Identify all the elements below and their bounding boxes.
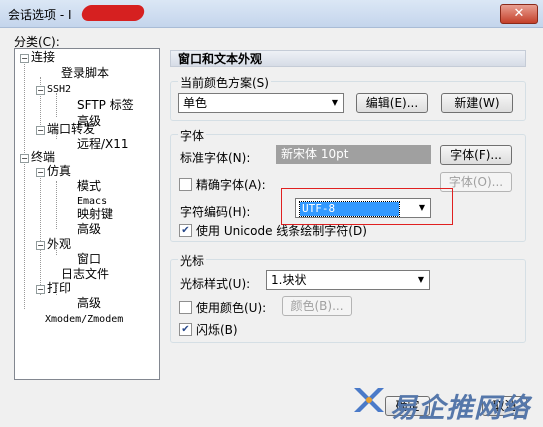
cursor-style-label: 光标样式(U): <box>180 277 251 291</box>
tree-item-ssh2[interactable]: SSH2 <box>47 82 71 97</box>
tree-item-modes[interactable]: 模式 <box>77 179 101 194</box>
collapse-icon[interactable]: − <box>36 168 45 177</box>
tree-item-port-forward[interactable]: 端口转发 <box>47 122 95 137</box>
tree-item-log-file[interactable]: 日志文件 <box>61 267 109 282</box>
cursor-group-label: 光标 <box>178 252 207 269</box>
font-group-label: 字体 <box>178 127 207 144</box>
category-tree[interactable]: − 连接 登录脚本 − SSH2 SFTP 标签 高级 − 端口转发 远程/X1… <box>14 48 160 380</box>
standard-font-value: 新宋体 10pt <box>276 145 431 164</box>
blink-checkbox[interactable]: ✔ <box>179 323 192 336</box>
tree-item-sftp-tab[interactable]: SFTP 标签 <box>77 98 134 113</box>
chevron-down-icon: ▼ <box>331 98 339 107</box>
chevron-down-icon: ▼ <box>417 275 425 284</box>
color-scheme-select[interactable]: 单色 ▼ <box>178 93 344 113</box>
blink-label: 闪烁(B) <box>196 323 238 337</box>
tree-line <box>24 159 25 309</box>
redaction-mark <box>80 5 146 21</box>
tree-item-xyz-modem[interactable]: Xmodem/Zmodem <box>45 312 123 327</box>
cursor-color-button[interactable]: 颜色(B)... <box>282 296 352 316</box>
tree-item-window[interactable]: 窗口 <box>77 252 101 267</box>
tree-line <box>56 181 57 229</box>
collapse-icon[interactable]: − <box>36 126 45 135</box>
tree-item-emulation[interactable]: 仿真 <box>47 164 71 179</box>
tree-item-remote-x11[interactable]: 远程/X11 <box>77 137 129 152</box>
collapse-icon[interactable]: − <box>20 154 29 163</box>
collapse-icon[interactable]: − <box>20 54 29 63</box>
tree-item-mapped-keys[interactable]: 映射键 <box>77 207 113 222</box>
standard-font-label: 标准字体(N): <box>180 151 251 165</box>
use-color-label: 使用颜色(U): <box>196 301 267 315</box>
encoding-label: 字符编码(H): <box>180 205 251 219</box>
precise-font-checkbox[interactable] <box>179 178 192 191</box>
tree-line <box>40 173 41 295</box>
tree-item-advanced[interactable]: 高级 <box>77 222 101 237</box>
cursor-style-select[interactable]: 1.块状 ▼ <box>266 270 430 290</box>
close-icon: ✕ <box>513 6 525 21</box>
edit-scheme-button[interactable]: 编辑(E)... <box>356 93 428 113</box>
tree-line <box>40 77 41 127</box>
color-scheme-value: 单色 <box>183 96 208 110</box>
tree-item-login-script[interactable]: 登录脚本 <box>61 66 109 81</box>
precise-font-label: 精确字体(A): <box>196 178 266 192</box>
title-bar: 会话选项 - I ✕ <box>0 0 543 28</box>
collapse-icon[interactable]: − <box>36 86 45 95</box>
tree-item-connection[interactable]: 连接 <box>31 50 55 65</box>
close-button[interactable]: ✕ <box>500 4 538 24</box>
unicode-draw-checkbox[interactable]: ✔ <box>179 224 192 237</box>
new-scheme-button[interactable]: 新建(W) <box>441 93 513 113</box>
highlight-box <box>281 188 453 225</box>
unicode-draw-label: 使用 Unicode 线条绘制字符(D) <box>196 224 367 238</box>
use-color-checkbox[interactable] <box>179 301 192 314</box>
tree-item-printing[interactable]: 打印 <box>47 281 71 296</box>
tree-item-appearance[interactable]: 外观 <box>47 237 71 252</box>
tree-item-advanced[interactable]: 高级 <box>77 296 101 311</box>
panel-title: 窗口和文本外观 <box>170 50 526 67</box>
font-button[interactable]: 字体(F)... <box>440 145 512 165</box>
color-scheme-label: 当前颜色方案(S) <box>178 74 271 91</box>
tree-item-terminal[interactable]: 终端 <box>31 150 55 165</box>
cursor-style-value: 1.块状 <box>271 273 307 287</box>
watermark-text: 易企推网络 <box>390 393 530 424</box>
window-title: 会话选项 - I <box>8 8 72 22</box>
collapse-icon[interactable]: − <box>36 285 45 294</box>
collapse-icon[interactable]: − <box>36 241 45 250</box>
watermark-logo-icon <box>354 388 384 412</box>
